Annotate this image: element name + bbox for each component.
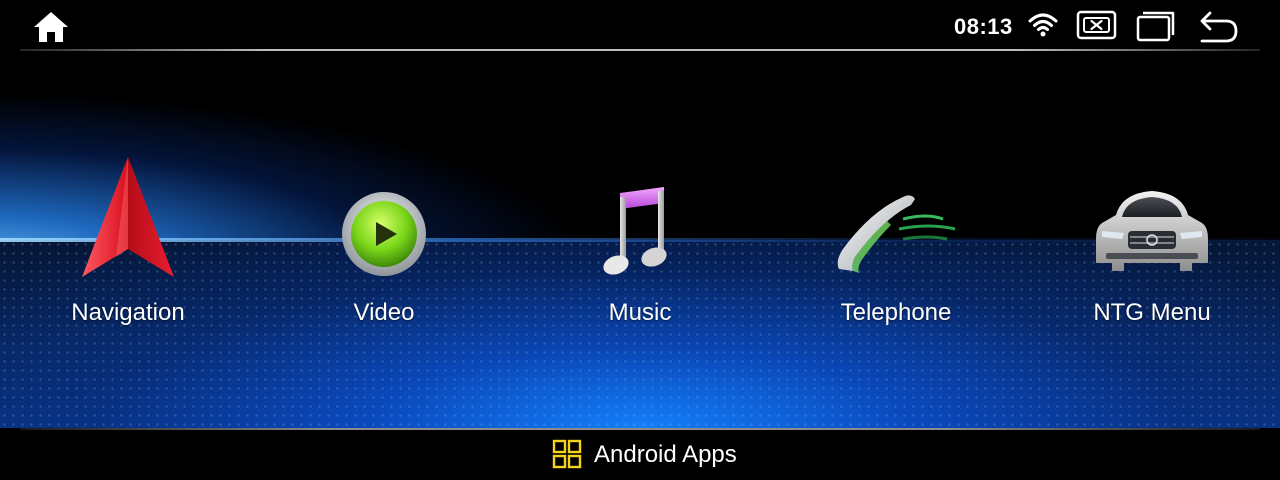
car-icon bbox=[1096, 191, 1208, 271]
app-tile-music[interactable]: Music bbox=[540, 51, 740, 326]
home-icon bbox=[34, 12, 68, 42]
home-button[interactable] bbox=[32, 10, 70, 44]
app-label-video: Video bbox=[353, 299, 415, 326]
app-grid-icon bbox=[552, 439, 582, 469]
telephone-handset-icon bbox=[837, 195, 956, 273]
app-label-navigation: Navigation bbox=[71, 299, 185, 326]
recent-apps-button[interactable] bbox=[1136, 10, 1176, 42]
play-icon bbox=[342, 192, 426, 276]
app-tile-telephone[interactable]: Telephone bbox=[796, 51, 996, 326]
android-apps-label: Android Apps bbox=[594, 441, 737, 468]
back-icon bbox=[1200, 11, 1238, 43]
close-app-button[interactable] bbox=[1076, 10, 1118, 40]
status-bar: 08:13 bbox=[0, 0, 1280, 50]
app-label-ntg-menu: NTG Menu bbox=[1093, 299, 1211, 326]
app-label-music: Music bbox=[608, 299, 672, 326]
back-button[interactable] bbox=[1198, 10, 1240, 44]
close-app-icon bbox=[1076, 10, 1117, 40]
footer-divider bbox=[20, 428, 1260, 430]
app-tile-navigation[interactable]: Navigation bbox=[28, 51, 228, 326]
music-note-icon bbox=[603, 187, 667, 275]
app-label-telephone: Telephone bbox=[840, 299, 952, 326]
navigation-arrow-icon bbox=[82, 157, 174, 277]
android-apps-button[interactable]: Android Apps bbox=[550, 436, 750, 472]
recent-apps-icon bbox=[1136, 11, 1175, 42]
app-tile-ntg-menu[interactable]: NTG Menu bbox=[1052, 51, 1252, 326]
home-launcher: Navigation Video Music Telephone NTG Men… bbox=[0, 51, 1280, 428]
clock: 08:13 bbox=[954, 14, 1013, 39]
wifi-icon bbox=[1028, 10, 1058, 40]
app-tile-video[interactable]: Video bbox=[284, 51, 484, 326]
